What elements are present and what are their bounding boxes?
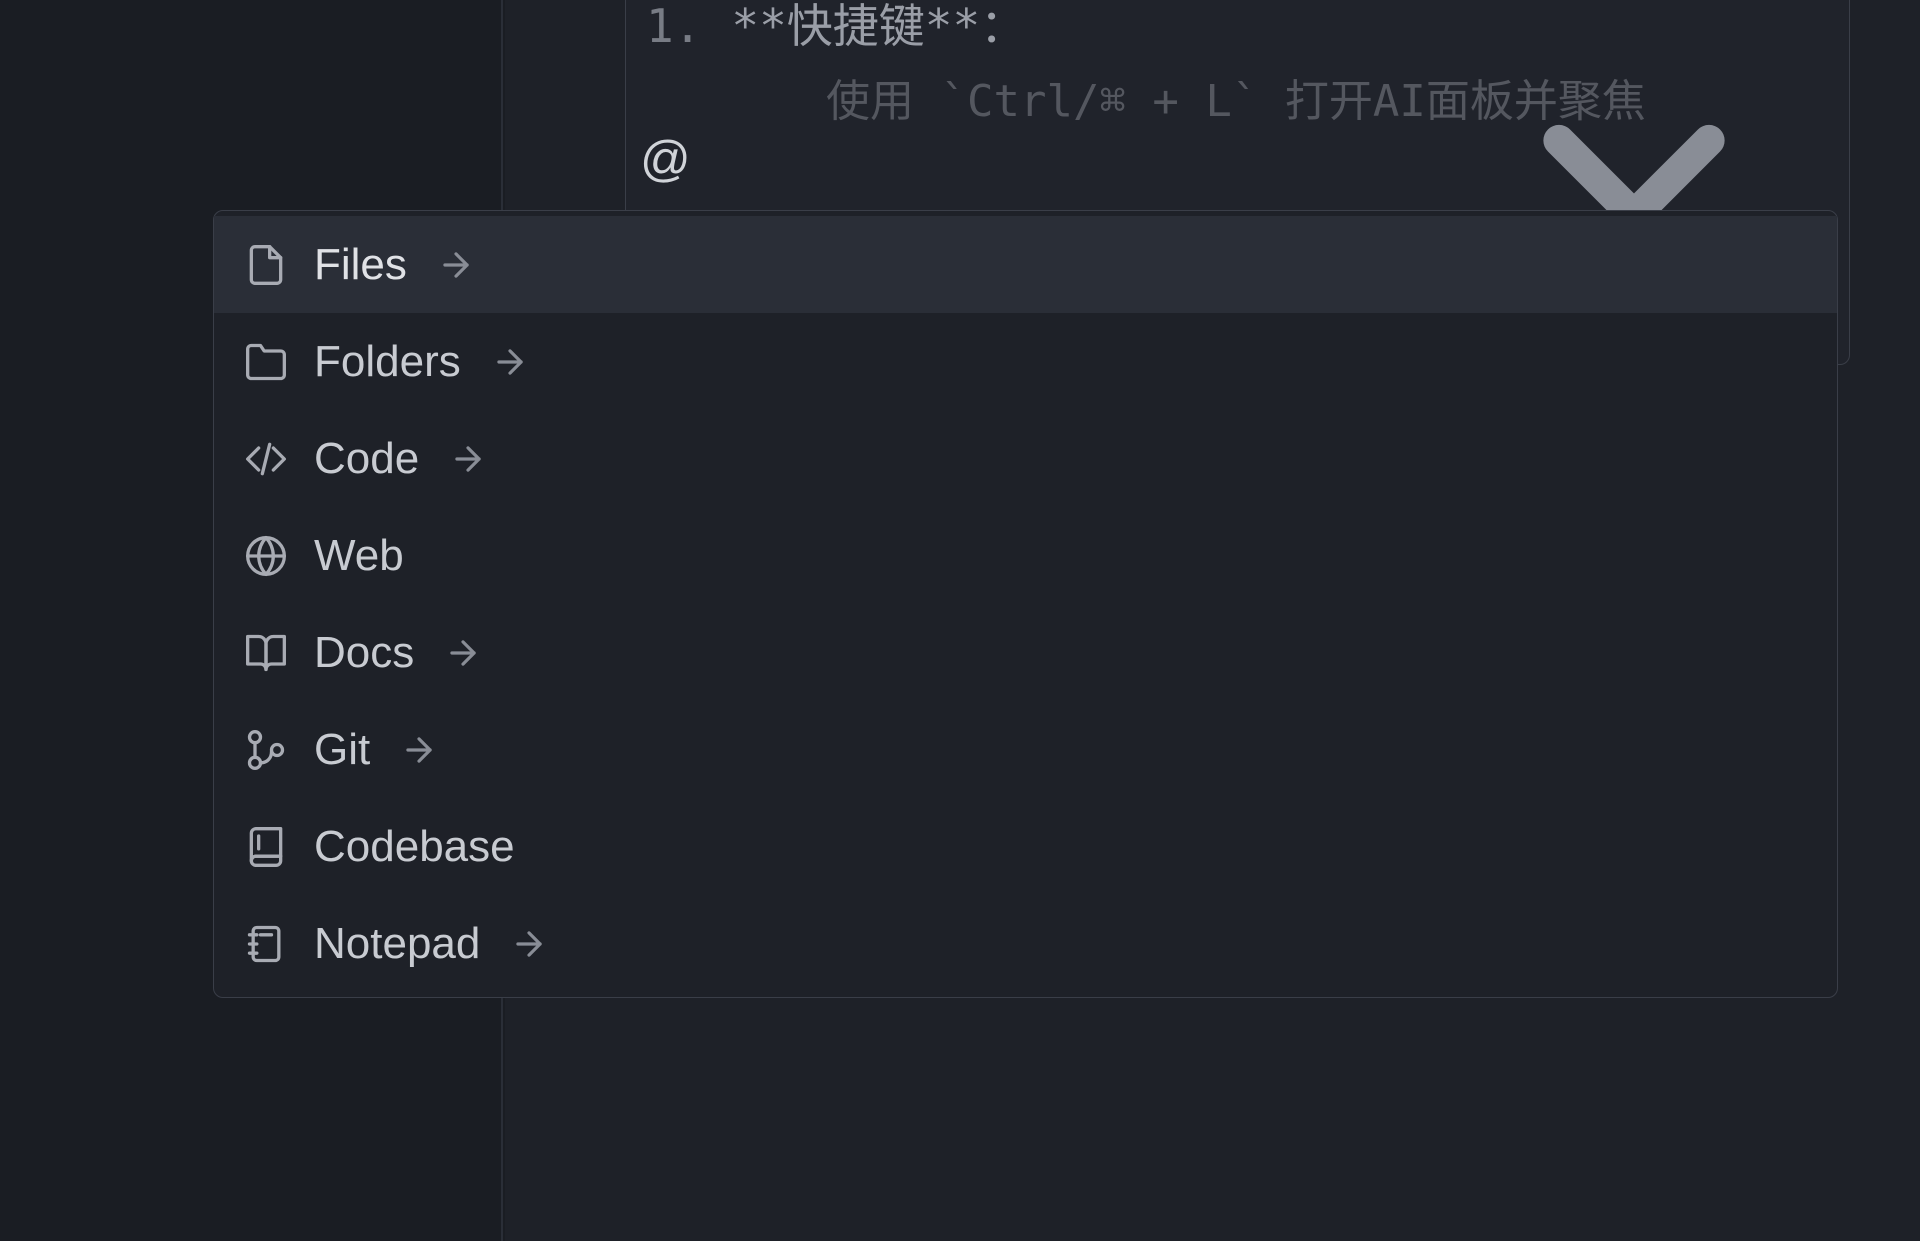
- arrow-right-icon: [437, 246, 475, 284]
- arrow-right-icon: [444, 634, 482, 672]
- menu-item-label: Web: [314, 531, 404, 581]
- git-icon: [244, 728, 288, 772]
- mention-menu: Files Folders Code Web Docs: [213, 210, 1838, 998]
- code-text: **快捷键**：: [731, 0, 1026, 56]
- at-mention-input[interactable]: @: [640, 130, 691, 188]
- arrow-right-icon: [491, 343, 529, 381]
- web-icon: [244, 534, 288, 578]
- menu-item-label: Git: [314, 725, 370, 775]
- menu-item-label: Folders: [314, 337, 461, 387]
- menu-item-label: Notepad: [314, 919, 480, 969]
- arrow-right-icon: [449, 440, 487, 478]
- codebase-icon: [244, 825, 288, 869]
- menu-item-label: Code: [314, 434, 419, 484]
- folder-icon: [244, 340, 288, 384]
- code-icon: [244, 437, 288, 481]
- menu-item-docs[interactable]: Docs: [214, 604, 1837, 701]
- menu-item-label: Docs: [314, 628, 414, 678]
- arrow-right-icon: [510, 925, 548, 963]
- menu-item-folders[interactable]: Folders: [214, 313, 1837, 410]
- code-line: 1. **快捷键**：: [646, 0, 1026, 56]
- menu-item-label: Files: [314, 240, 407, 290]
- arrow-right-icon: [400, 731, 438, 769]
- menu-item-files[interactable]: Files: [214, 216, 1837, 313]
- menu-item-label: Codebase: [314, 822, 515, 872]
- line-number: 1.: [646, 0, 701, 53]
- menu-item-notepad[interactable]: Notepad: [214, 895, 1837, 992]
- code-partial-line: 使用 `Ctrl/⌘ + L` 打开AI面板并聚焦: [826, 65, 1646, 129]
- menu-item-code[interactable]: Code: [214, 410, 1837, 507]
- docs-icon: [244, 631, 288, 675]
- menu-item-codebase[interactable]: Codebase: [214, 798, 1837, 895]
- menu-item-git[interactable]: Git: [214, 701, 1837, 798]
- file-icon: [244, 243, 288, 287]
- notepad-icon: [244, 922, 288, 966]
- menu-item-web[interactable]: Web: [214, 507, 1837, 604]
